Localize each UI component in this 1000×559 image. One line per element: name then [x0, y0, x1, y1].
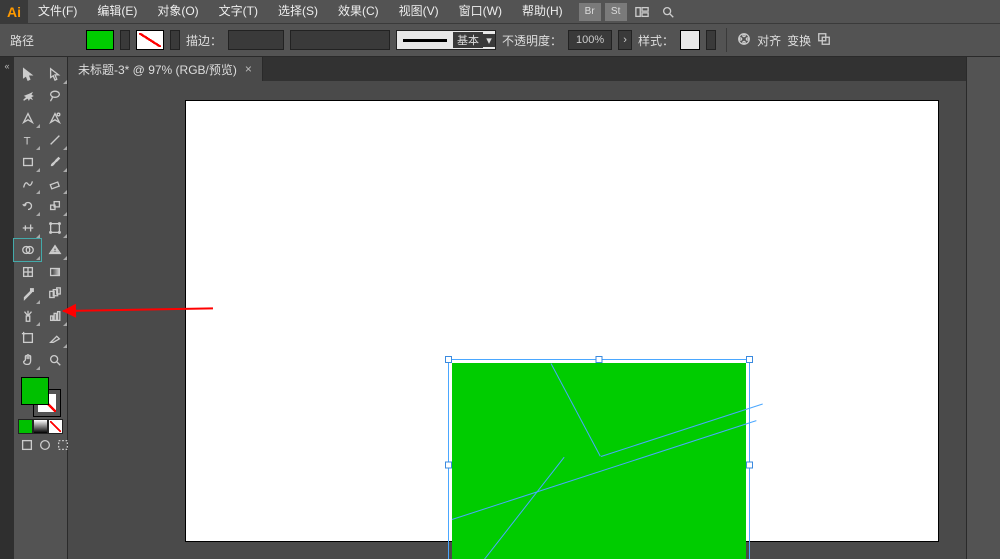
color-mode-none[interactable] [48, 419, 63, 434]
pen-tool[interactable] [14, 107, 41, 129]
opacity-dropdown[interactable]: › [618, 30, 632, 50]
rotate-tool[interactable] [14, 195, 41, 217]
column-graph-tool[interactable] [41, 305, 68, 327]
slice-tool[interactable] [41, 327, 68, 349]
fill-color-icon[interactable] [21, 377, 49, 405]
color-mode-solid[interactable] [18, 419, 33, 434]
stock-button[interactable]: St [605, 3, 627, 21]
isolate-icon[interactable] [817, 32, 831, 49]
menu-bar: Ai 文件(F) 编辑(E) 对象(O) 文字(T) 选择(S) 效果(C) 视… [0, 0, 1000, 23]
menu-select[interactable]: 选择(S) [268, 0, 328, 23]
blend-tool[interactable] [41, 283, 68, 305]
variable-width-profile[interactable] [290, 30, 390, 50]
green-rectangle-shape[interactable] [452, 363, 746, 559]
type-tool[interactable]: T [14, 129, 41, 151]
draw-normal-icon[interactable] [20, 438, 34, 455]
stroke-dropdown[interactable] [170, 30, 180, 50]
selection-type-label: 路径 [10, 32, 34, 49]
menu-view[interactable]: 视图(V) [389, 0, 449, 23]
artboard-tool[interactable] [14, 327, 41, 349]
magic-wand-tool[interactable] [14, 85, 41, 107]
graphic-style-dropdown[interactable] [706, 30, 716, 50]
graphic-style-swatch[interactable] [680, 30, 700, 50]
style-label: 样式： [638, 32, 674, 49]
bridge-button[interactable]: Br [579, 3, 601, 21]
draw-behind-icon[interactable] [38, 438, 52, 455]
line-segment-tool[interactable] [41, 129, 68, 151]
gradient-tool[interactable] [41, 261, 68, 283]
color-mode-gradient[interactable] [33, 419, 48, 434]
close-tab-icon[interactable]: × [245, 62, 252, 76]
stroke-weight-label: 描边： [186, 32, 222, 49]
svg-text:T: T [23, 135, 30, 147]
document-tab-label: 未标题-3* @ 97% (RGB/预览) [78, 61, 237, 78]
eyedropper-tool[interactable] [14, 283, 41, 305]
search-icon[interactable] [657, 3, 679, 21]
tools-panel: T [14, 57, 68, 559]
document-tab-bar: 未标题-3* @ 97% (RGB/预览) × [68, 57, 966, 81]
workspace-switcher-icon[interactable] [631, 3, 653, 21]
fill-swatch[interactable] [86, 30, 114, 50]
menu-object[interactable]: 对象(O) [147, 0, 208, 23]
paintbrush-tool[interactable] [41, 151, 68, 173]
menu-type[interactable]: 文字(T) [209, 0, 268, 23]
document-workspace: 未标题-3* @ 97% (RGB/预览) × [68, 57, 966, 559]
curvature-tool[interactable] [41, 107, 68, 129]
fill-dropdown[interactable] [120, 30, 130, 50]
stroke-weight-field[interactable] [228, 30, 284, 50]
canvas[interactable] [68, 81, 966, 559]
color-mode-row [18, 419, 63, 434]
opacity-field[interactable]: 100% [568, 30, 612, 50]
eraser-tool[interactable] [41, 173, 68, 195]
shaper-tool[interactable] [14, 173, 41, 195]
hand-tool[interactable] [14, 349, 41, 371]
selection-tool[interactable] [14, 63, 41, 85]
control-bar: 路径 描边： 基本 ▾ 不透明度： 100% › 样式： 对齐 变换 [0, 23, 1000, 57]
brush-definition[interactable]: 基本 ▾ [396, 30, 496, 50]
menu-window[interactable]: 窗口(W) [449, 0, 512, 23]
zoom-tool[interactable] [41, 349, 68, 371]
rectangle-tool[interactable] [14, 151, 41, 173]
transform-button[interactable]: 变换 [787, 32, 811, 49]
app-logo: Ai [0, 0, 28, 23]
lasso-tool[interactable] [41, 85, 68, 107]
document-tab[interactable]: 未标题-3* @ 97% (RGB/预览) × [68, 57, 263, 81]
right-panel-collapsed[interactable] [966, 57, 1000, 559]
mesh-tool[interactable] [14, 261, 41, 283]
opacity-label: 不透明度： [502, 32, 562, 49]
align-button[interactable]: 对齐 [757, 32, 781, 49]
menu-file[interactable]: 文件(F) [28, 0, 87, 23]
shape-builder-tool[interactable] [14, 239, 41, 261]
scale-tool[interactable] [41, 195, 68, 217]
stroke-swatch[interactable] [136, 30, 164, 50]
fill-stroke-control[interactable] [21, 377, 61, 417]
menu-edit[interactable]: 编辑(E) [87, 0, 147, 23]
recolor-artwork-icon[interactable] [737, 32, 751, 49]
menu-effect[interactable]: 效果(C) [328, 0, 389, 23]
menu-help[interactable]: 帮助(H) [512, 0, 573, 23]
symbol-sprayer-tool[interactable] [14, 305, 41, 327]
direct-selection-tool[interactable] [41, 63, 68, 85]
left-panel-collapse[interactable]: « [0, 57, 14, 559]
free-transform-tool[interactable] [41, 217, 68, 239]
width-tool[interactable] [14, 217, 41, 239]
perspective-grid-tool[interactable] [41, 239, 68, 261]
